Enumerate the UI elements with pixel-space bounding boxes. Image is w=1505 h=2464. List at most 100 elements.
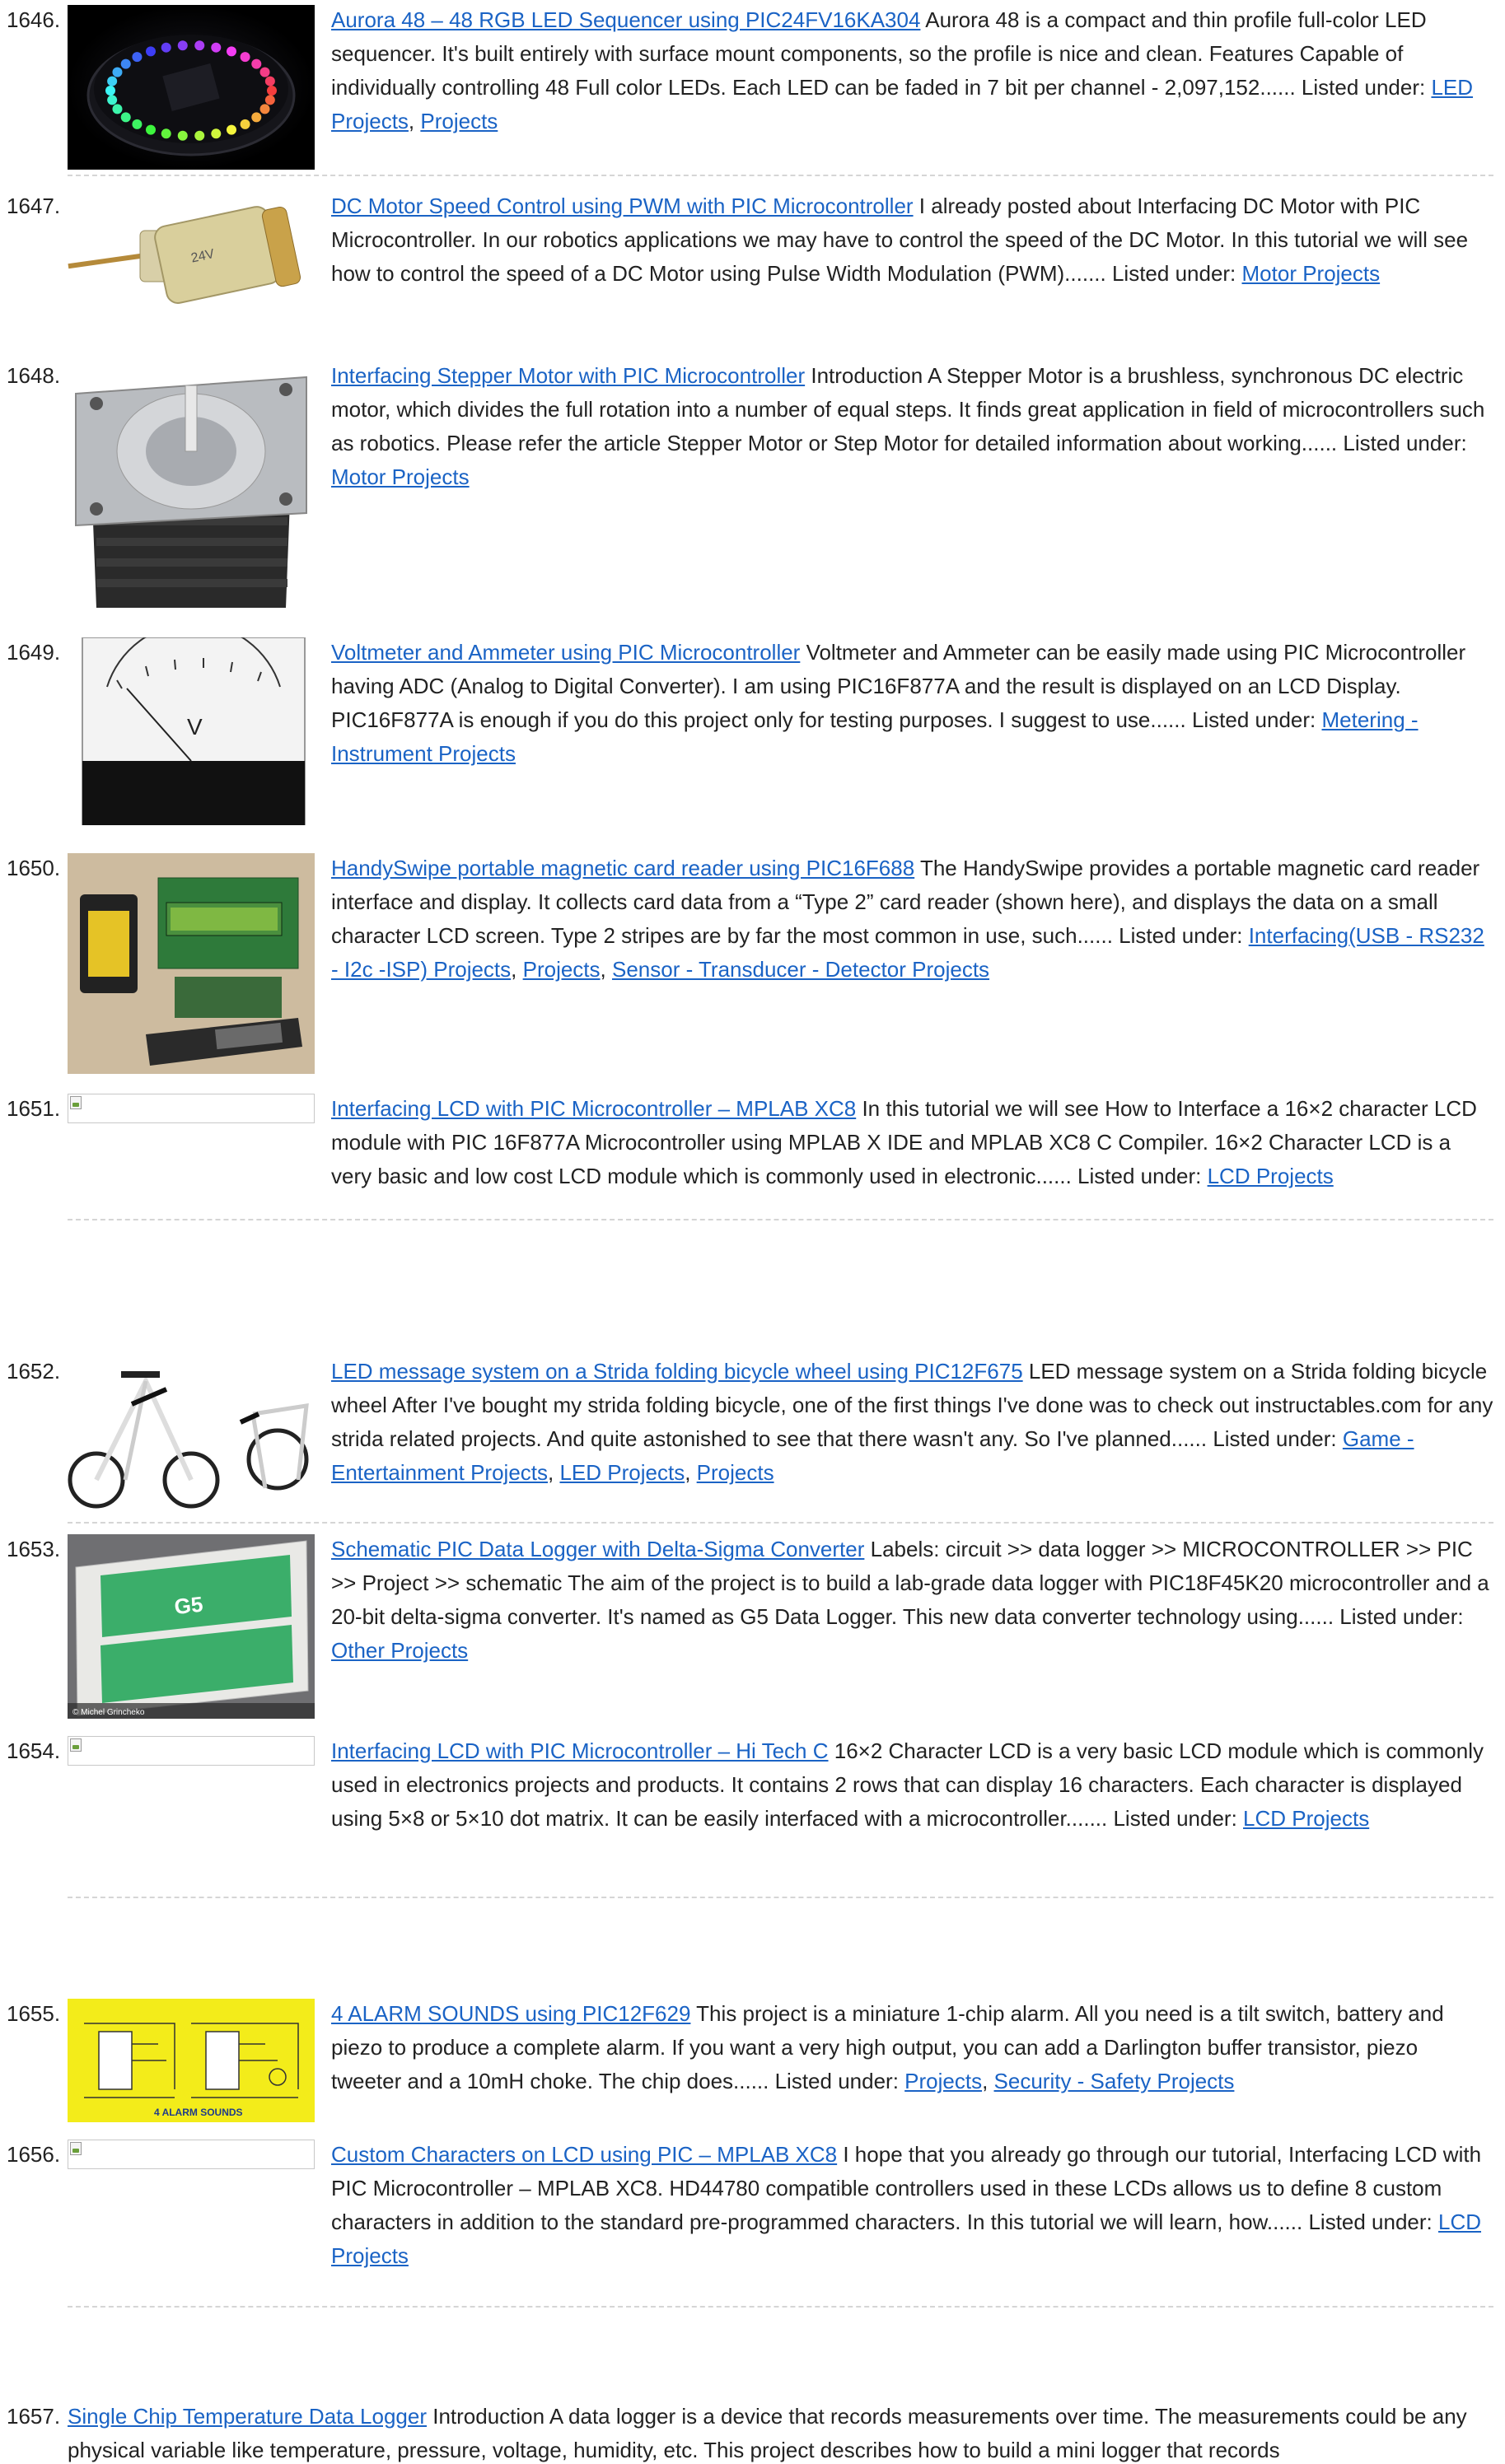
item-title-link[interactable]: HandySwipe portable magnetic card reader… bbox=[331, 856, 914, 880]
item-body: HandySwipe portable magnetic card reader… bbox=[331, 856, 1484, 982]
led-dot bbox=[227, 124, 236, 135]
led-dot bbox=[251, 112, 262, 123]
data-logger-board-image[interactable]: G5 © Michel Grincheko bbox=[68, 1534, 315, 1719]
voltmeter-image[interactable]: V bbox=[68, 637, 315, 825]
led-dot bbox=[177, 40, 188, 51]
list-item: 1649. V Voltmeter and Ammeter using PIC … bbox=[0, 636, 1505, 827]
item-body: Schematic PIC Data Logger with Delta-Sig… bbox=[331, 1533, 1493, 1668]
item-body: LED message system on a Strida folding b… bbox=[331, 1359, 1493, 1485]
category-link[interactable]: Other Projects bbox=[331, 1638, 468, 1663]
category-link[interactable]: LCD Projects bbox=[1243, 1806, 1369, 1831]
item-number: 1648. bbox=[7, 363, 61, 388]
list-item: 1647. 24V DC Motor Speed Control using P… bbox=[0, 189, 1505, 325]
category-link[interactable]: Motor Projects bbox=[331, 464, 470, 489]
led-dot bbox=[251, 58, 262, 69]
alarm-schematic-image[interactable]: 4 ALARM SOUNDS bbox=[68, 1999, 315, 2122]
item-title-link[interactable]: Aurora 48 – 48 RGB LED Sequencer using P… bbox=[331, 7, 920, 32]
list-item: 1653. G5 © Michel Grincheko Schematic PI… bbox=[0, 1533, 1505, 1719]
item-body: Single Chip Temperature Data Logger Intr… bbox=[68, 2400, 1493, 2464]
item-number: 1653. bbox=[7, 1537, 61, 1561]
led-dot bbox=[120, 112, 131, 123]
category-link[interactable]: Security - Safety Projects bbox=[994, 2069, 1235, 2093]
item-title-link[interactable]: Voltmeter and Ammeter using PIC Microcon… bbox=[331, 640, 800, 665]
item-number: 1650. bbox=[7, 856, 61, 880]
broken-image-glyph-icon bbox=[70, 1096, 82, 1109]
item-number: 1656. bbox=[7, 2142, 61, 2167]
item-body: Aurora 48 – 48 RGB LED Sequencer using P… bbox=[331, 7, 1474, 133]
meter-label: V bbox=[187, 714, 203, 740]
led-dot bbox=[112, 104, 123, 114]
item-body: 4 ALARM SOUNDS using PIC12F629 This proj… bbox=[331, 2001, 1444, 2093]
led-dot bbox=[194, 40, 205, 51]
item-title-link[interactable]: DC Motor Speed Control using PWM with PI… bbox=[331, 194, 914, 218]
led-dot bbox=[120, 58, 131, 69]
category-link[interactable]: Sensor - Transducer - Detector Projects bbox=[612, 957, 989, 982]
broken-image-icon[interactable] bbox=[68, 2140, 315, 2169]
led-dot bbox=[107, 76, 118, 86]
list-item: 1648. Interfacing Stepper Motor with PIC… bbox=[0, 359, 1505, 616]
led-dot bbox=[112, 67, 123, 77]
stepper-motor-image[interactable] bbox=[68, 361, 315, 613]
broken-image-icon[interactable] bbox=[68, 1736, 315, 1766]
item-title-link[interactable]: LED message system on a Strida folding b… bbox=[331, 1359, 1023, 1384]
list-item: 1655. 4 ALARM SOUNDS 4 ALARM SOUNDS usin… bbox=[0, 1997, 1505, 2122]
led-dot bbox=[264, 76, 275, 86]
led-dot bbox=[240, 52, 250, 63]
led-dot bbox=[211, 128, 222, 139]
item-body: DC Motor Speed Control using PWM with PI… bbox=[331, 189, 1493, 291]
category-link[interactable]: Motor Projects bbox=[1242, 261, 1381, 286]
item-body: Interfacing LCD with PIC Microcontroller… bbox=[331, 1092, 1493, 1193]
item-title-link[interactable]: 4 ALARM SOUNDS using PIC12F629 bbox=[331, 2001, 690, 2026]
category-link[interactable]: LCD Projects bbox=[1208, 1164, 1334, 1188]
board-label: G5 bbox=[173, 1592, 204, 1619]
item-title-link[interactable]: Interfacing Stepper Motor with PIC Micro… bbox=[331, 363, 805, 388]
item-body: Voltmeter and Ammeter using PIC Microcon… bbox=[331, 636, 1493, 771]
led-dot bbox=[161, 128, 171, 139]
bicycle-image[interactable] bbox=[68, 1356, 315, 1521]
card-reader-image[interactable] bbox=[68, 853, 315, 1074]
schematic-label: 4 ALARM SOUNDS bbox=[154, 2107, 243, 2118]
led-dot bbox=[264, 95, 275, 105]
led-dot bbox=[259, 104, 270, 114]
item-number: 1651. bbox=[7, 1096, 61, 1121]
led-dot bbox=[227, 46, 236, 57]
item-number: 1649. bbox=[7, 640, 61, 665]
item-number: 1654. bbox=[7, 1738, 61, 1763]
item-body: Interfacing LCD with PIC Microcontroller… bbox=[331, 1734, 1493, 1836]
list-item: 1646. Aurora 48 – 48 RGB LED Sequencer u… bbox=[0, 3, 1505, 170]
item-number: 1647. bbox=[7, 194, 61, 218]
item-number: 1646. bbox=[7, 7, 61, 32]
broken-image-glyph-icon bbox=[70, 1738, 82, 1752]
category-link[interactable]: Projects bbox=[523, 957, 601, 982]
item-title-link[interactable]: Schematic PIC Data Logger with Delta-Sig… bbox=[331, 1537, 864, 1561]
item-title-link[interactable]: Single Chip Temperature Data Logger bbox=[68, 2404, 427, 2429]
item-title-link[interactable]: Interfacing LCD with PIC Microcontroller… bbox=[331, 1096, 856, 1121]
list-item: 1652. LED message system on a Strida fol… bbox=[0, 1355, 1505, 1521]
separator bbox=[68, 175, 1493, 176]
category-link[interactable]: Projects bbox=[904, 2069, 982, 2093]
aurora-led-ring-image[interactable] bbox=[68, 5, 315, 170]
list-item: 1650. HandySwipe portable magnetic card … bbox=[0, 852, 1505, 1074]
item-title-link[interactable]: Custom Characters on LCD using PIC – MPL… bbox=[331, 2142, 837, 2167]
category-link[interactable]: Projects bbox=[697, 1460, 774, 1485]
led-dot bbox=[211, 42, 222, 53]
broken-image-glyph-icon bbox=[70, 2142, 82, 2155]
item-body: Custom Characters on LCD using PIC – MPL… bbox=[331, 2138, 1493, 2273]
item-body: Interfacing Stepper Motor with PIC Micro… bbox=[331, 359, 1493, 494]
led-dot bbox=[267, 86, 277, 96]
led-dot bbox=[194, 130, 205, 141]
list-item: 1657. Single Chip Temperature Data Logge… bbox=[0, 2400, 1505, 2464]
led-dot bbox=[132, 119, 143, 129]
category-link[interactable]: LED Projects bbox=[559, 1460, 685, 1485]
separator bbox=[68, 1522, 1493, 1524]
list-item: 1651. Interfacing LCD with PIC Microcont… bbox=[0, 1092, 1505, 1199]
separator bbox=[68, 2306, 1493, 2308]
item-title-link[interactable]: Interfacing LCD with PIC Microcontroller… bbox=[331, 1738, 829, 1763]
list-item: 1654. Interfacing LCD with PIC Microcont… bbox=[0, 1734, 1505, 1841]
broken-image-icon[interactable] bbox=[68, 1094, 315, 1123]
led-dot bbox=[177, 130, 188, 141]
item-number: 1655. bbox=[7, 2001, 61, 2026]
item-number: 1652. bbox=[7, 1359, 61, 1384]
category-link[interactable]: Projects bbox=[420, 109, 498, 133]
dc-motor-image[interactable]: 24V bbox=[68, 191, 315, 315]
